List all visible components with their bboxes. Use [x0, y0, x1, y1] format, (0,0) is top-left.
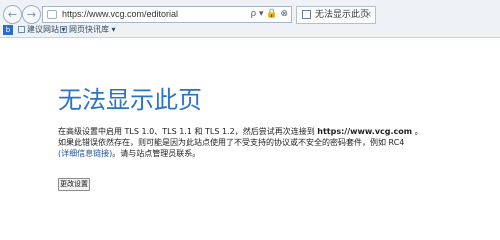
forward-icon[interactable]: → [22, 5, 41, 24]
message-line-1-suffix: 。 [414, 127, 423, 136]
suggested-sites-icon [18, 26, 25, 33]
favorites-item-label: 网页快讯库 ▾ [69, 25, 116, 34]
favorites-item-web-slices[interactable]: 网页快讯库 ▾ [60, 24, 116, 36]
change-settings-button[interactable]: 更改设置 [58, 178, 90, 191]
message-url: https://www.vcg.com [317, 127, 413, 136]
browser-chrome: ← → https://www.vcg.com/editorial ρ ▾ 🔒 … [0, 0, 500, 38]
address-url[interactable]: https://www.vcg.com/editorial [62, 8, 178, 21]
tab-page-icon [302, 10, 311, 19]
back-icon[interactable]: ← [3, 5, 22, 24]
tab-title[interactable]: 无法显示此页 [315, 9, 369, 21]
address-bar[interactable]: https://www.vcg.com/editorial ρ ▾ 🔒 ⊗ [42, 6, 292, 23]
message-line-1-prefix: 在高级设置中启用 TLS 1.0、TLS 1.1 和 TLS 1.2，然后尝试再… [58, 127, 315, 136]
favorites-item-suggested-sites[interactable]: 建议网站 ▾ [18, 24, 66, 36]
page-content: 无法显示此页 在高级设置中启用 TLS 1.0、TLS 1.1 和 TLS 1.… [0, 38, 500, 212]
active-tab[interactable]: 无法显示此页 × [296, 6, 376, 24]
details-link[interactable]: (详细信息链接) [58, 149, 112, 158]
message-line-3-suffix: 。请与站点管理员联系。 [112, 149, 201, 158]
message-line-2: 如果此错误依然存在，则可能是因为此站点使用了不受支持的协议或不安全的密码套件，例… [58, 138, 405, 147]
address-tools[interactable]: ρ ▾ 🔒 ⊗ [250, 8, 288, 21]
error-message: 在高级设置中启用 TLS 1.0、TLS 1.1 和 TLS 1.2，然后尝试再… [58, 126, 468, 159]
web-slices-icon [60, 26, 67, 33]
page-title: 无法显示此页 [58, 86, 202, 114]
favorite-icon[interactable]: b [3, 25, 13, 35]
page-icon [47, 10, 57, 19]
close-icon[interactable]: × [364, 9, 372, 21]
favorites-bar: b 建议网站 ▾ 网页快讯库 ▾ [0, 24, 500, 37]
